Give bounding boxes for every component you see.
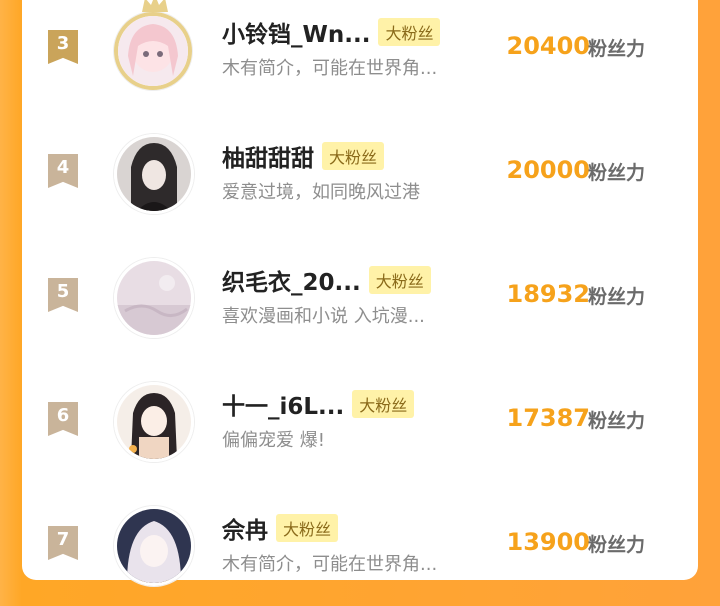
big-fan-badge: 大粉丝 [322,142,385,170]
fan-score: 20400 [506,32,591,60]
avatar[interactable] [114,382,194,462]
fan-name[interactable]: 柚甜甜甜 [222,139,314,173]
avatar[interactable] [114,0,194,92]
avatar-image [114,382,194,462]
rank-badge: 4 [48,154,78,188]
fan-bio: 木有简介，可能在世界角... [222,58,438,79]
fan-name[interactable]: 小铃铛_Wn... [222,15,370,49]
fan-name[interactable]: 佘冉 [222,511,268,545]
avatar[interactable] [114,134,194,214]
fan-score: 18932 [506,280,591,308]
rank-badge: 3 [48,30,78,64]
score-unit: 粉丝力 [588,38,646,60]
fan-bio: 木有简介，可能在世界角... [222,554,438,575]
fan-bio: 偏偏宠爱 爆! [222,430,325,451]
list-item[interactable]: 4 柚甜甜甜 大粉丝 爱意过境，如同晚风过港 20000 粉丝力 [22,134,698,234]
rank-badge: 6 [48,402,78,436]
score-unit: 粉丝力 [588,410,646,432]
big-fan-badge: 大粉丝 [352,390,415,418]
avatar[interactable] [114,258,194,338]
big-fan-badge: 大粉丝 [368,266,431,294]
list-item[interactable]: 6 十一_i6L... 大粉丝 偏偏宠爱 爆! 17387 粉丝力 [22,382,698,482]
fan-name[interactable]: 织毛衣_20... [222,263,361,297]
fan-bio: 爱意过境，如同晚风过港 [222,182,420,203]
fan-name[interactable]: 十一_i6L... [222,387,344,421]
fan-bio: 喜欢漫画和小说 入坑漫... [222,306,425,327]
rank-badge: 7 [48,526,78,560]
big-fan-badge: 大粉丝 [276,514,339,542]
score-unit: 粉丝力 [588,534,646,556]
avatar-image [114,506,194,586]
crown-icon [142,0,168,12]
fan-score: 17387 [506,404,591,432]
fan-score: 20000 [506,156,591,184]
big-fan-badge: 大粉丝 [378,18,441,46]
list-item[interactable]: 5 织毛衣_20... 大粉丝 喜欢漫画和小说 入坑漫... 18932 粉丝力 [22,258,698,358]
score-unit: 粉丝力 [588,286,646,308]
score-unit: 粉丝力 [588,162,646,184]
avatar-image [114,258,194,338]
fan-ranking-panel: 3 小铃铛_Wn... 大粉丝 木有简介，可能在世界角... 20400 粉丝力 [22,0,698,586]
list-item[interactable]: 3 小铃铛_Wn... 大粉丝 木有简介，可能在世界角... 20400 粉丝力 [22,0,698,110]
list-item[interactable]: 7 佘冉 大粉丝 木有简介，可能在世界角... 13900 粉丝力 [22,506,698,606]
avatar-image [114,12,192,90]
avatar-image [114,134,194,214]
avatar[interactable] [114,506,194,586]
rank-badge: 5 [48,278,78,312]
fan-score: 13900 [506,528,591,556]
